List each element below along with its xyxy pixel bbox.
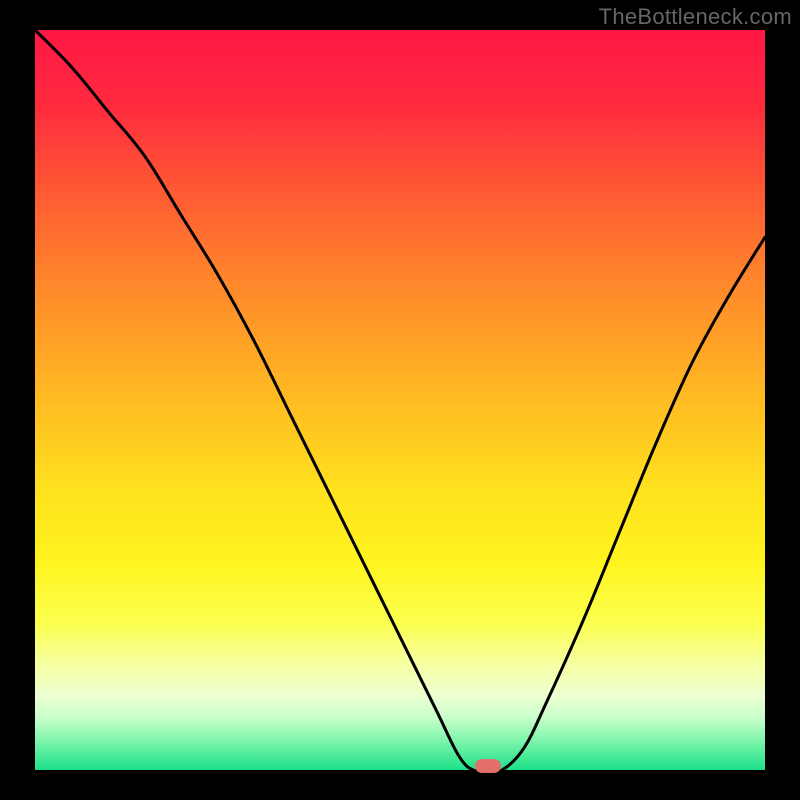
plot-area	[35, 30, 765, 770]
bottleneck-curve	[35, 30, 765, 770]
chart-frame: TheBottleneck.com	[0, 0, 800, 800]
optimal-marker	[475, 759, 501, 773]
watermark-text: TheBottleneck.com	[599, 4, 792, 30]
